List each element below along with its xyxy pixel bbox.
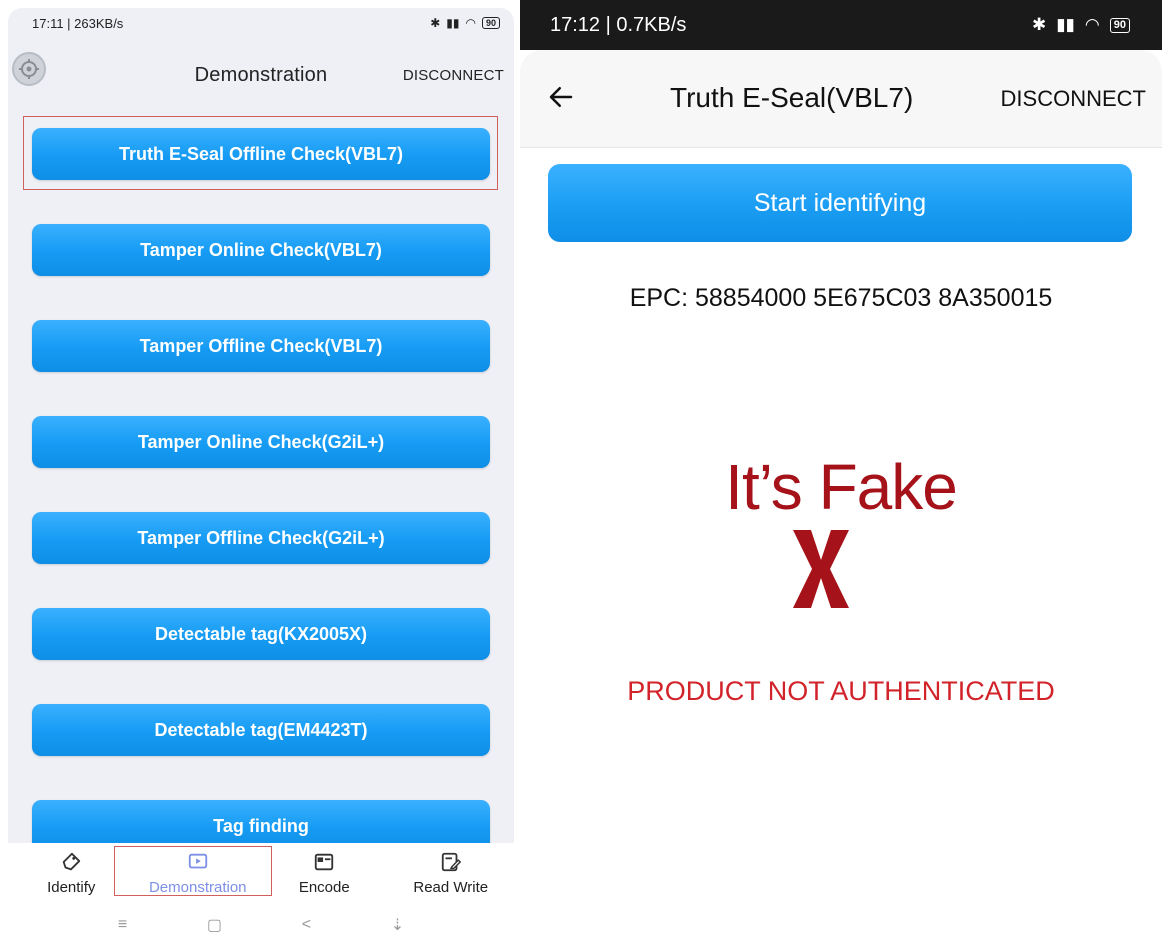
wifi-icon: ◠ — [1084, 15, 1100, 34]
authentication-status: PRODUCT NOT AUTHENTICATED — [627, 676, 1055, 706]
disconnect-button[interactable]: DISCONNECT — [1001, 86, 1146, 112]
status-bar: 17:11 | 263KB/s ✱ ▮▮ ◠ 90 — [8, 8, 514, 38]
demonstration-list[interactable]: Truth E-Seal Offline Check(VBL7) Tamper … — [8, 96, 514, 843]
home-icon[interactable]: ▢ — [207, 915, 222, 935]
menu-icon[interactable]: ≡ — [118, 916, 127, 934]
detectable-tag-kx2005x-button[interactable]: Detectable tag(KX2005X) — [32, 608, 490, 660]
tag-finding-button[interactable]: Tag finding — [32, 800, 490, 843]
page-title: Truth E-Seal(VBL7) — [670, 82, 914, 113]
disconnect-button[interactable]: DISCONNECT — [403, 67, 504, 84]
assist-icon[interactable]: ⇣ — [391, 915, 404, 935]
tamper-offline-check-g2il-button[interactable]: Tamper Offline Check(G2iL+) — [32, 512, 490, 564]
start-identifying-button[interactable]: Start identifying — [548, 164, 1132, 242]
battery-icon: 90 — [481, 17, 500, 29]
status-time: 17:11 | 263KB/s — [32, 15, 124, 31]
signal-icon: ▮▮ — [446, 16, 460, 30]
app-bar: Demonstration DISCONNECT — [8, 38, 514, 96]
signal-icon: ▮▮ — [1056, 15, 1075, 34]
tamper-online-check-vbl7-button[interactable]: Tamper Online Check(VBL7) — [32, 224, 490, 276]
back-nav-icon[interactable]: < — [302, 916, 311, 934]
bluetooth-icon: ✱ — [430, 16, 441, 30]
detectable-tag-em4423t-button[interactable]: Detectable tag(EM4423T) — [32, 704, 490, 756]
encode-icon — [315, 853, 334, 871]
edit-note-icon — [441, 852, 461, 872]
app-bar: Truth E-Seal(VBL7) DISCONNECT — [520, 50, 1162, 148]
tamper-offline-check-vbl7-button[interactable]: Tamper Offline Check(VBL7) — [32, 320, 490, 372]
status-bar: 17:12 | 0.7KB/s ✱ ▮▮ ◠ 90 — [520, 0, 1162, 50]
truth-eseal-offline-check-button[interactable]: Truth E-Seal Offline Check(VBL7) — [32, 128, 490, 180]
fake-headline: It’s Fake — [725, 451, 958, 523]
result-card: It’s Fake — [670, 428, 1012, 618]
epc-value: EPC: 58854000 5E675C03 8A350015 — [629, 284, 1053, 312]
nav-highlight-box — [114, 846, 272, 896]
bluetooth-icon: ✱ — [1031, 15, 1047, 34]
cross-mark-icon — [793, 530, 849, 608]
nav-encode[interactable]: Encode — [264, 851, 384, 896]
right-phone-screen: 17:12 | 0.7KB/s ✱ ▮▮ ◠ 90 Truth E-Seal(V… — [520, 0, 1162, 940]
tamper-online-check-g2il-button[interactable]: Tamper Online Check(G2iL+) — [32, 416, 490, 468]
tag-icon — [63, 852, 81, 871]
status-time: 17:12 | 0.7KB/s — [550, 13, 687, 36]
nav-read-write[interactable]: Read Write — [391, 851, 511, 896]
left-phone-screen: 17:11 | 263KB/s ✱ ▮▮ ◠ 90 Demonstration … — [8, 8, 514, 940]
system-nav-bar: ≡ ▢ < ⇣ — [8, 909, 514, 940]
battery-icon: 90 — [1109, 17, 1130, 33]
back-arrow-icon[interactable] — [546, 82, 576, 112]
wifi-icon: ◠ — [465, 16, 476, 30]
